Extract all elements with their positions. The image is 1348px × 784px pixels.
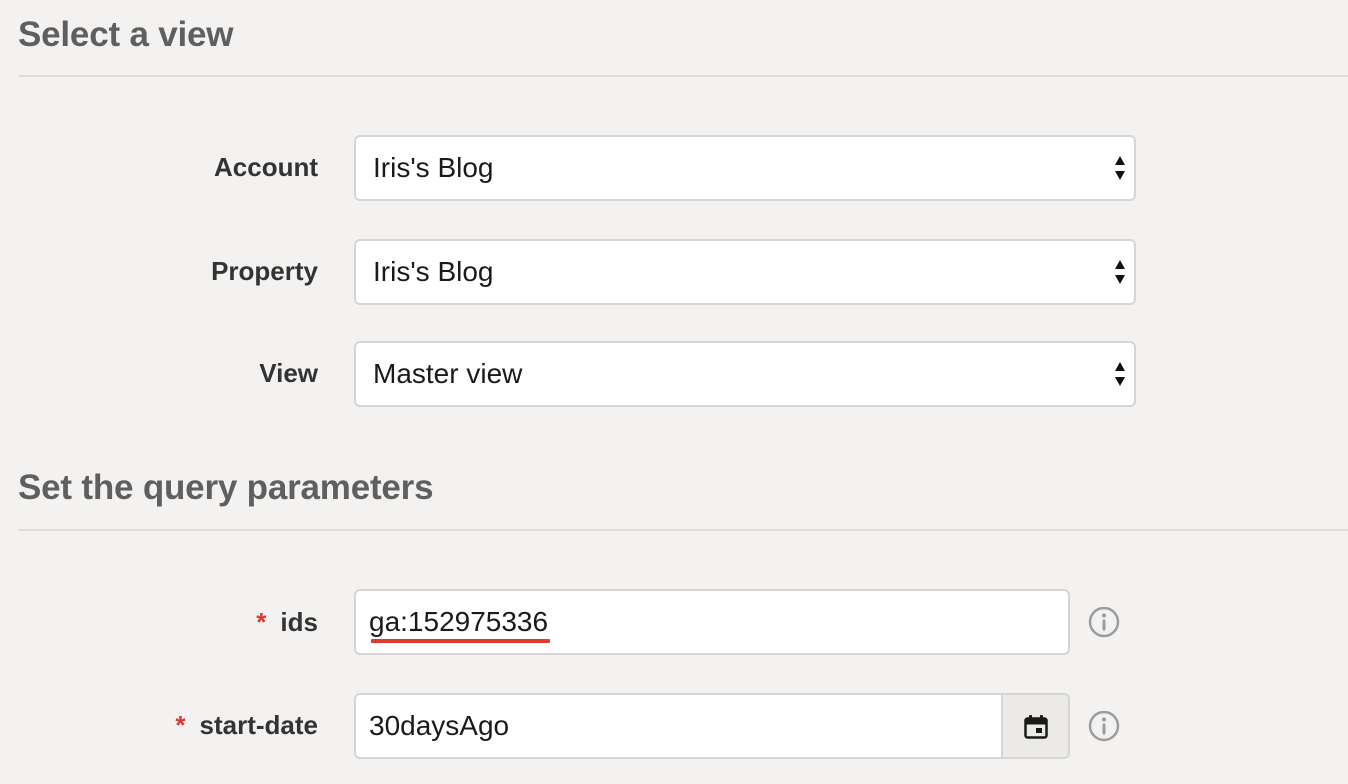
required-asterisk: * [256,607,267,637]
property-select[interactable]: Iris's Blog [354,239,1136,305]
account-label: Account [214,152,318,182]
up-down-arrows-icon [1115,156,1125,180]
start-date-label-text: start-date [199,710,318,740]
view-select[interactable]: Master view [354,341,1136,407]
up-down-arrows-icon [1115,362,1125,386]
info-icon[interactable] [1087,709,1121,743]
ids-label-text: ids [280,607,318,637]
date-picker-button[interactable] [1001,693,1070,759]
section-divider [18,529,1348,531]
info-icon[interactable] [1087,605,1121,639]
section-title-query-parameters: Set the query parameters [18,468,434,507]
ids-input-value: ga:152975336 [369,606,549,637]
section-title-select-view: Select a view [18,15,234,54]
ids-label: * ids [256,607,318,637]
section-divider [18,75,1348,77]
start-date-input[interactable]: 30daysAgo [354,693,1001,759]
start-date-input-value: 30daysAgo [369,710,510,741]
account-select[interactable]: Iris's Blog [354,135,1136,201]
required-asterisk: * [175,710,186,740]
ids-input[interactable]: ga:152975336 [354,589,1070,655]
spellcheck-underline [371,639,551,643]
account-select-value: Iris's Blog [373,152,494,183]
view-label: View [259,358,318,388]
start-date-label: * start-date [175,710,318,740]
up-down-arrows-icon [1115,260,1125,284]
view-select-value: Master view [373,358,523,389]
calendar-icon [1024,715,1048,739]
property-select-value: Iris's Blog [373,256,494,287]
property-label: Property [211,256,318,286]
